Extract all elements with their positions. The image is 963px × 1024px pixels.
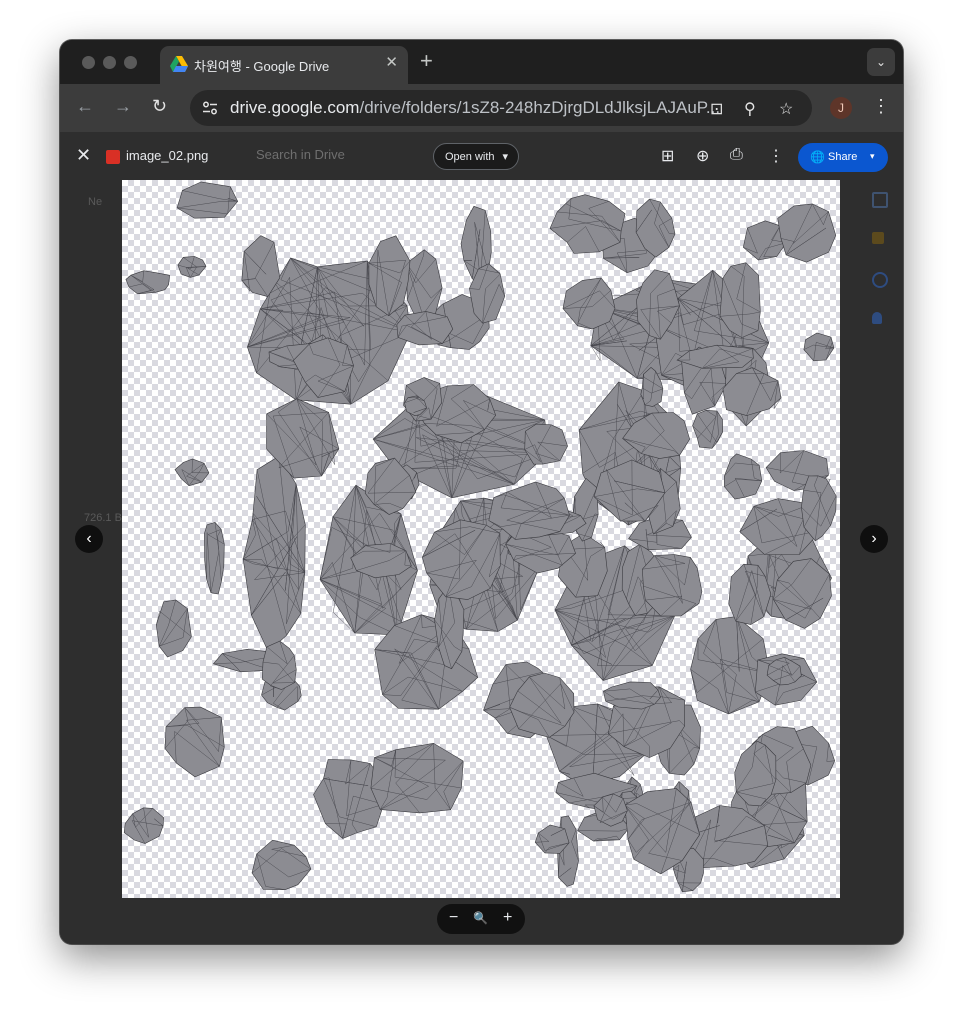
url-host: drive.google.com [230,98,360,117]
mesh-island [562,277,616,330]
keep-icon [872,232,884,244]
share-button[interactable]: 🌐 Share ▾ [798,143,888,172]
active-tab[interactable]: 차원여행 - Google Drive ✕ [160,46,408,84]
window-zoom-dot[interactable] [124,56,137,69]
mesh-island [524,423,568,465]
chrome-menu-icon[interactable]: ⋮ [872,96,890,116]
tab-search-button[interactable]: ⌄ [867,48,895,76]
previous-file-button[interactable]: ‹ [75,525,103,553]
profile-avatar[interactable]: J [830,97,852,119]
viewer-top-bar: ✕ image_02.png Search in Drive Open with… [60,132,903,182]
more-actions-icon[interactable]: ⋮ [768,146,784,166]
mesh-island [549,194,626,254]
mesh-texture-image [123,181,837,893]
chevron-down-icon: ▾ [502,151,508,163]
mesh-island [125,270,170,295]
add-comment-icon[interactable]: ⊕ [696,146,709,166]
url-path: /drive/folders/1sZ8-248hzDjrgDLdJlksjLAJ… [359,98,721,117]
mesh-island [734,740,777,807]
add-shortcut-icon[interactable]: ⊞ [661,146,674,166]
share-dropdown-icon[interactable]: ▾ [870,151,875,162]
background-new-button: Ne [88,196,103,208]
image-preview [122,180,840,898]
mesh-island [723,453,763,500]
bookmark-star-icon[interactable]: ☆ [779,99,793,119]
tasks-icon [872,272,888,288]
file-name: image_02.png [126,148,209,163]
zoom-icon[interactable]: ⚲ [744,99,756,119]
mesh-island [370,742,464,814]
google-drive-icon [170,56,188,72]
site-settings-icon[interactable] [202,101,218,115]
mesh-island [204,521,225,595]
mesh-island [396,311,454,346]
viewer-close-icon[interactable]: ✕ [76,145,91,166]
zoom-in-button[interactable]: + [503,909,512,927]
install-app-icon[interactable]: ⊡ [710,99,723,119]
background-storage-text: 726.1 B [84,512,122,524]
image-file-icon [106,150,120,164]
browser-window: 차원여행 - Google Drive ✕ + ⌄ ← → ↻ drive.go… [60,40,903,944]
tab-close-icon[interactable]: ✕ [385,54,398,72]
window-close-dot[interactable] [82,56,95,69]
calendar-icon [872,192,888,208]
drive-content: Ne 726.1 B ✕ image_02.png Search in Driv… [60,132,903,944]
tab-title: 차원여행 - Google Drive [194,59,330,74]
contacts-icon [872,312,882,324]
window-minimize-dot[interactable] [103,56,116,69]
new-tab-button[interactable]: + [420,50,433,72]
browser-toolbar: ← → ↻ drive.google.com/drive/folders/1sZ… [60,84,903,132]
mesh-island [123,807,165,844]
back-button[interactable]: ← [76,96,94,116]
mesh-island [603,681,661,710]
zoom-out-button[interactable]: − [449,909,458,927]
url-text: drive.google.com/drive/folders/1sZ8-248h… [230,98,720,118]
share-label: Share [828,151,858,163]
zoom-reset-icon[interactable]: 🔍 [473,911,488,925]
forward-button[interactable]: → [114,96,132,116]
open-with-button[interactable]: Open with ▾ [433,143,519,170]
globe-icon: 🌐 [810,150,825,164]
mesh-island [261,640,297,690]
tab-strip: 차원여행 - Google Drive ✕ + ⌄ [60,40,903,84]
open-with-label: Open with [445,151,495,163]
print-icon[interactable]: ⎙ [730,146,743,164]
mesh-island [571,477,599,542]
reload-button[interactable]: ↻ [152,96,167,116]
zoom-controls: − 🔍 + [437,904,525,934]
address-bar[interactable]: drive.google.com/drive/folders/1sZ8-248h… [190,90,812,126]
mesh-island [155,599,192,658]
next-file-button[interactable]: › [860,525,888,553]
mesh-island [803,332,835,362]
background-search: Search in Drive [256,147,345,162]
